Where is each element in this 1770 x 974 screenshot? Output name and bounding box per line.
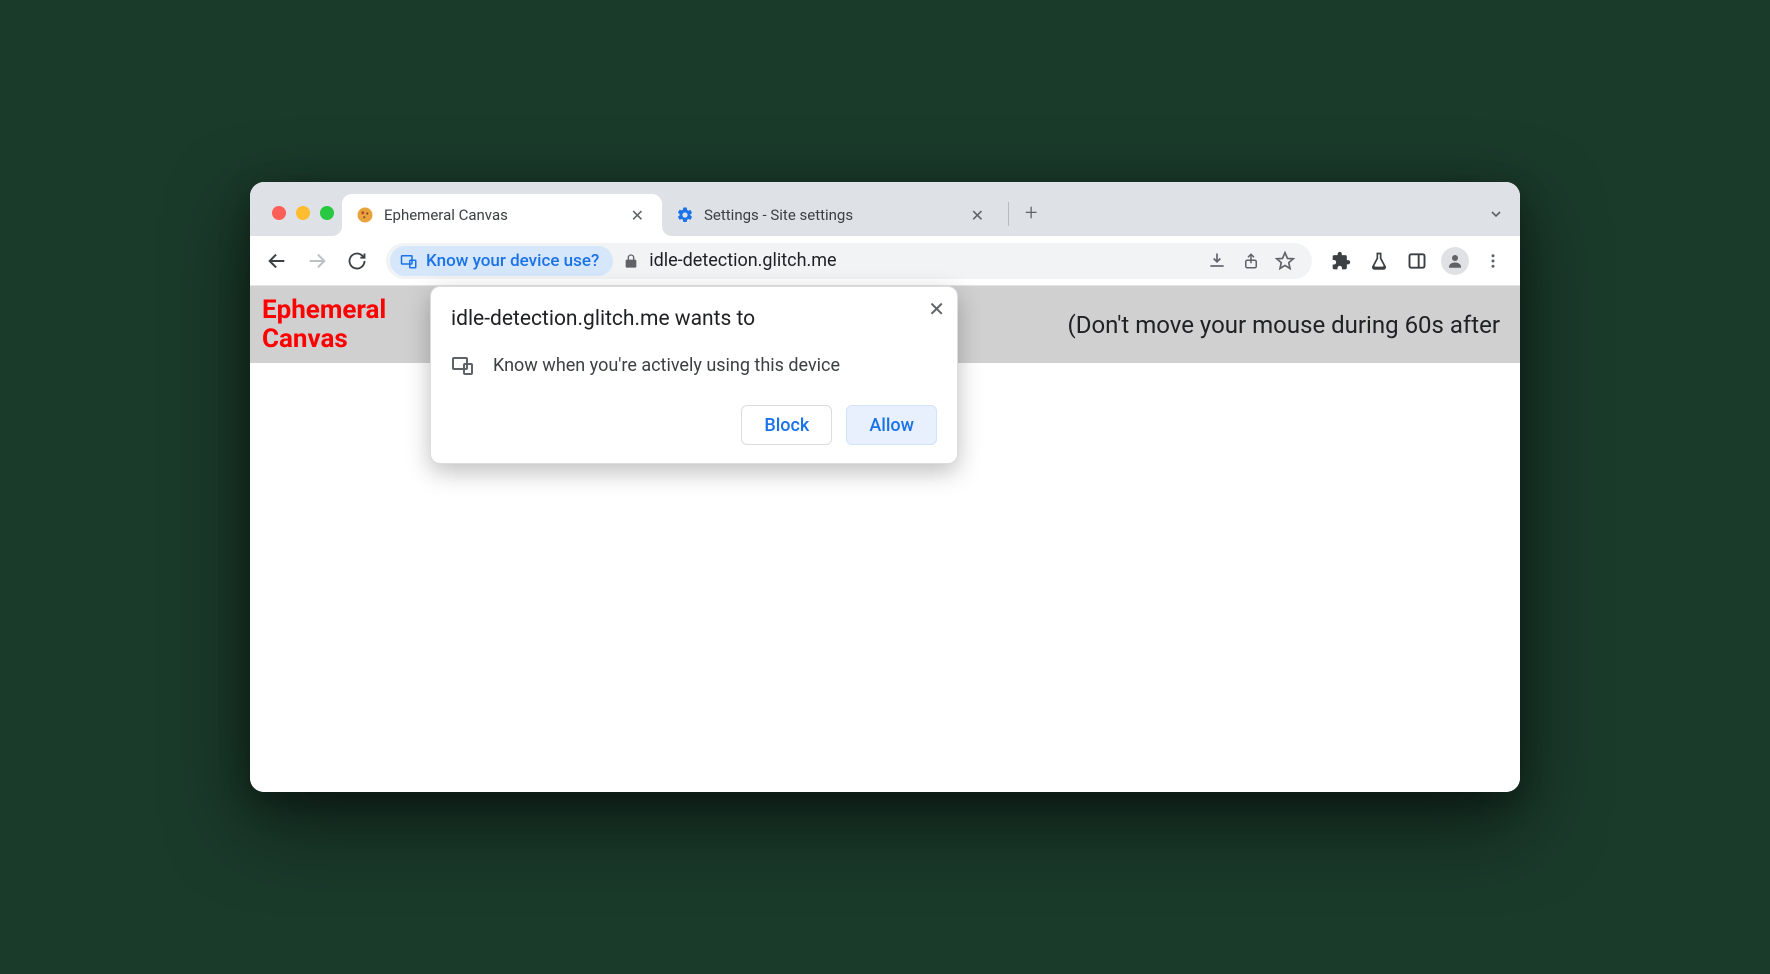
new-tab-button[interactable]: + — [1015, 201, 1047, 236]
tab-separator — [1008, 202, 1009, 226]
permission-item: Know when you're actively using this dev… — [451, 353, 937, 377]
minimize-window-button[interactable] — [296, 206, 310, 220]
extensions-icon[interactable] — [1324, 244, 1358, 278]
permission-prompt: ✕ idle-detection.glitch.me wants to Know… — [430, 286, 958, 464]
tab-title: Ephemeral Canvas — [384, 206, 617, 224]
gear-icon — [676, 206, 694, 224]
tab-bar: Ephemeral Canvas ✕ Settings - Site setti… — [250, 182, 1520, 236]
install-icon[interactable] — [1202, 246, 1232, 276]
profile-button[interactable] — [1438, 244, 1472, 278]
close-tab-icon[interactable]: ✕ — [967, 204, 988, 227]
tab-ephemeral-canvas[interactable]: Ephemeral Canvas ✕ — [342, 194, 662, 236]
tab-favicon — [356, 206, 374, 224]
toolbar: Know your device use? idle-detection.gli… — [250, 236, 1520, 286]
page-instruction: (Don't move your mouse during 60s after — [1068, 311, 1508, 339]
bookmark-star-icon[interactable] — [1270, 246, 1300, 276]
close-window-button[interactable] — [272, 206, 286, 220]
toolbar-right — [1324, 244, 1510, 278]
tabs-dropdown-button[interactable] — [1488, 206, 1520, 236]
avatar-icon — [1441, 247, 1469, 275]
close-icon[interactable]: ✕ — [928, 297, 945, 321]
labs-icon[interactable] — [1362, 244, 1396, 278]
allow-button[interactable]: Allow — [846, 405, 937, 445]
permission-chip[interactable]: Know your device use? — [390, 246, 613, 276]
permission-buttons: Block Allow — [451, 405, 937, 445]
devices-icon — [451, 353, 475, 377]
page-title: Ephemeral Canvas — [262, 296, 402, 353]
reload-button[interactable] — [340, 244, 374, 278]
address-bar[interactable]: Know your device use? idle-detection.gli… — [386, 243, 1312, 279]
omnibox-actions — [1202, 246, 1308, 276]
back-button[interactable] — [260, 244, 294, 278]
menu-button[interactable] — [1476, 244, 1510, 278]
tab-settings[interactable]: Settings - Site settings ✕ — [662, 194, 1002, 236]
forward-button[interactable] — [300, 244, 334, 278]
maximize-window-button[interactable] — [320, 206, 334, 220]
permission-item-label: Know when you're actively using this dev… — [493, 355, 840, 376]
url-text: idle-detection.glitch.me — [649, 250, 1192, 271]
permission-title: idle-detection.glitch.me wants to — [451, 307, 937, 331]
lock-icon[interactable] — [623, 253, 639, 269]
block-button[interactable]: Block — [741, 405, 832, 445]
close-tab-icon[interactable]: ✕ — [627, 204, 648, 227]
page-content: Ephemeral Canvas (Don't move your mouse … — [250, 286, 1520, 792]
permission-chip-label: Know your device use? — [426, 251, 599, 271]
tab-title: Settings - Site settings — [704, 206, 957, 224]
sidepanel-icon[interactable] — [1400, 244, 1434, 278]
window-controls — [264, 206, 342, 236]
share-icon[interactable] — [1236, 246, 1266, 276]
browser-window: Ephemeral Canvas ✕ Settings - Site setti… — [250, 182, 1520, 792]
